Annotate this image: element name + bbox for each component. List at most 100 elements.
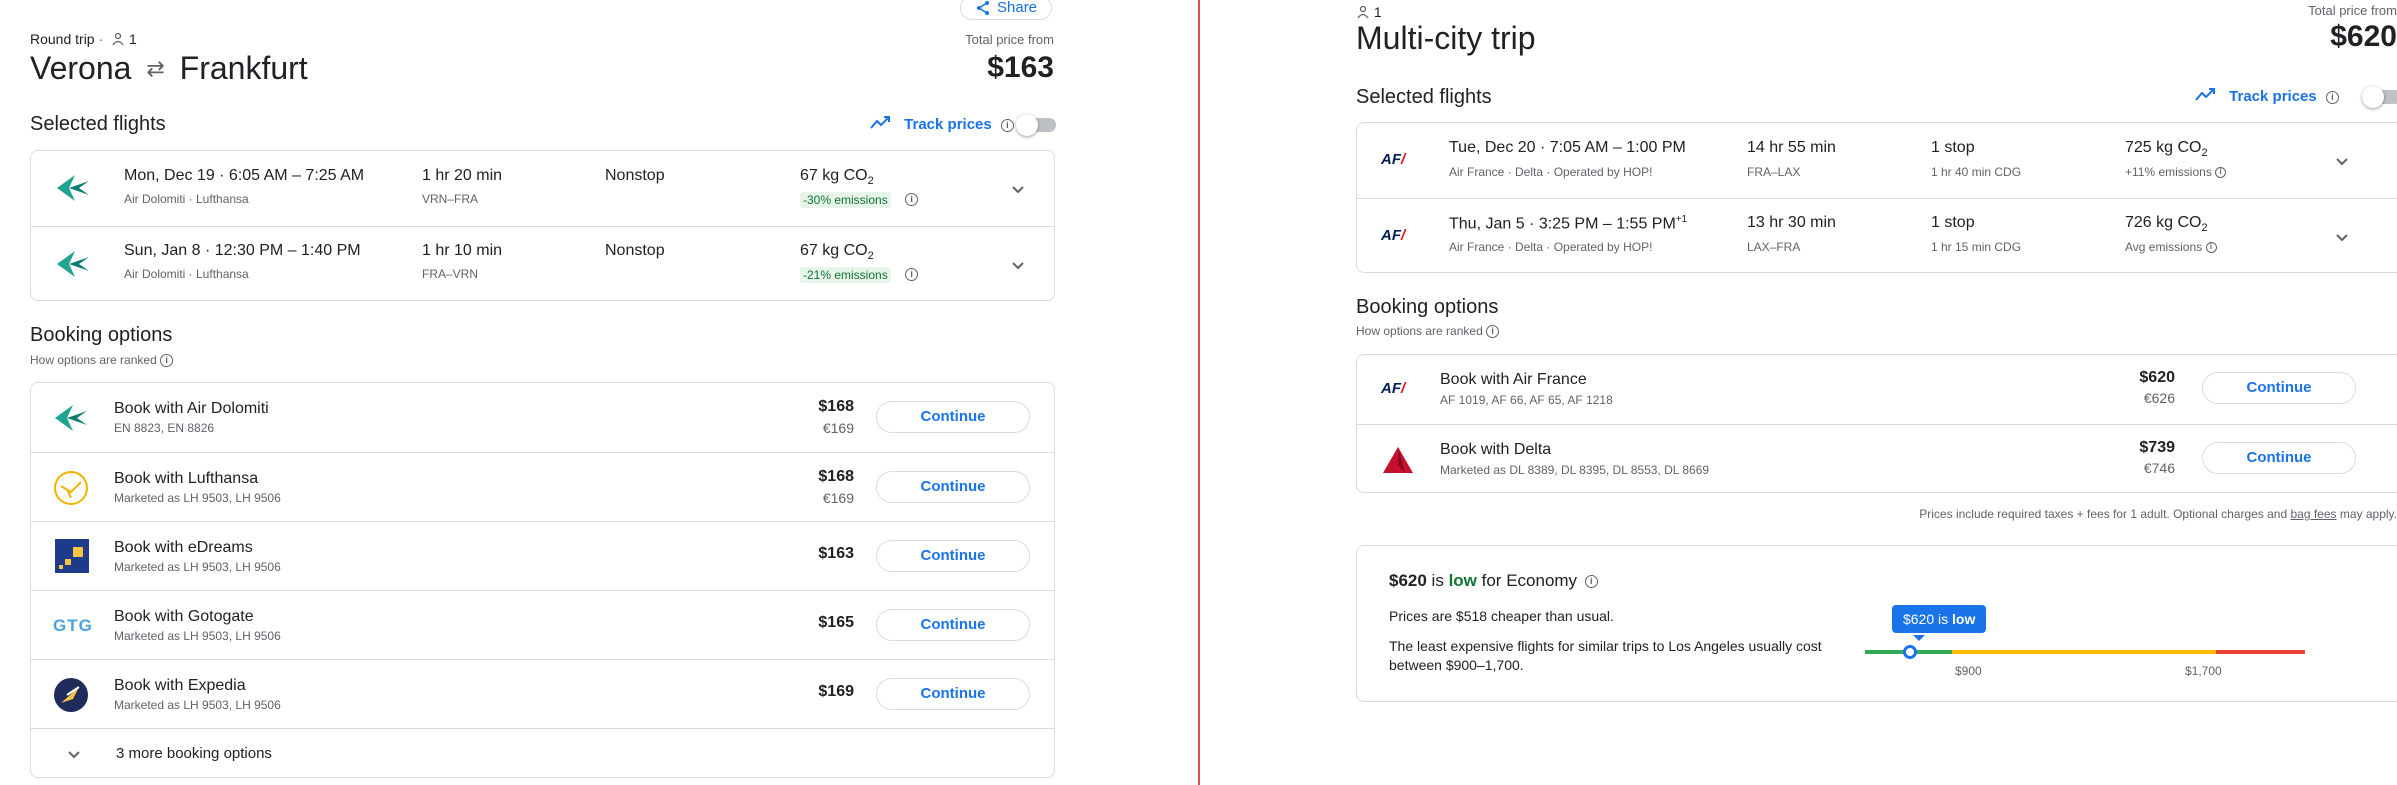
flight-date-time: Sun, Jan 8 · 12:30 PM – 1:40 PM: [124, 242, 361, 259]
trend-icon: [2195, 88, 2215, 101]
booking-option-price: $739: [2139, 439, 2175, 456]
booking-option-price: $169: [818, 683, 854, 700]
bag-fees-link[interactable]: bag fees: [2290, 507, 2336, 521]
booking-option-row: AF/ Book with Air France AF 1019, AF 66,…: [1357, 355, 2397, 424]
flight-route: LAX–FRA: [1747, 240, 1801, 254]
flight-airlines: Air Dolomiti · Lufthansa: [124, 267, 249, 281]
total-price: $620: [2330, 20, 2397, 53]
info-icon[interactable]: i: [1000, 118, 1014, 132]
booking-option-price: $165: [818, 614, 854, 631]
flight-row[interactable]: AF/ Thu, Jan 5 · 3:25 PM – 1:55 PM+1 Air…: [1357, 198, 2397, 273]
share-label: Share: [997, 0, 1038, 16]
booking-option-price: $168: [818, 468, 854, 485]
expedia-logo-icon: [54, 678, 88, 712]
trip-type: Round trip: [30, 31, 95, 47]
gotogate-logo-icon: GTG: [53, 616, 93, 635]
chevron-down-icon[interactable]: [2332, 151, 2352, 171]
flight-duration: 1 hr 10 min: [422, 242, 503, 259]
booking-option-subtitle: Marketed as LH 9503, LH 9506: [114, 698, 281, 712]
edreams-logo-icon: [55, 539, 89, 573]
ranking-note[interactable]: How options are ranked i: [30, 353, 174, 368]
continue-button[interactable]: Continue: [876, 540, 1030, 572]
flight-row[interactable]: Mon, Dec 19 · 6:05 AM – 7:25 AM Air Dolo…: [31, 151, 1054, 226]
range-tick-low: $900: [1955, 664, 1982, 678]
booking-option-row: Book with Air Dolomiti EN 8823, EN 8826 …: [31, 383, 1054, 452]
info-icon[interactable]: i: [2205, 242, 2217, 254]
flight-date-time: Tue, Dec 20 · 7:05 AM – 1:00 PM: [1449, 139, 1686, 156]
flight-row[interactable]: Sun, Jan 8 · 12:30 PM – 1:40 PM Air Dolo…: [31, 226, 1054, 301]
more-booking-options[interactable]: 3 more booking options: [31, 728, 1054, 778]
booking-option-price-eur: €169: [822, 420, 854, 436]
info-icon[interactable]: i: [2215, 167, 2227, 179]
info-icon[interactable]: i: [1486, 325, 1500, 339]
share-button[interactable]: Share: [960, 0, 1052, 20]
price-insight-cheaper: Prices are $518 cheaper than usual.: [1389, 608, 1614, 624]
continue-button[interactable]: Continue: [2202, 442, 2356, 474]
selected-flights-heading: Selected flights: [30, 113, 166, 135]
booking-option-row: GTG Book with Gotogate Marketed as LH 95…: [31, 590, 1054, 659]
booking-options-card: Book with Air Dolomiti EN 8823, EN 8826 …: [30, 382, 1055, 778]
price-insight-usual: The least expensive flights for similar …: [1389, 638, 1822, 673]
info-icon[interactable]: i: [160, 354, 174, 368]
origin-city: Verona: [30, 50, 132, 86]
booking-option-row: Book with Delta Marketed as DL 8389, DL …: [1357, 424, 2397, 493]
continue-button[interactable]: Continue: [876, 471, 1030, 503]
track-prices-label: Track prices: [2229, 88, 2317, 105]
track-prices[interactable]: Track prices i: [870, 116, 1014, 133]
booking-option-subtitle: EN 8823, EN 8826: [114, 421, 215, 435]
flight-date-time: Mon, Dec 19 · 6:05 AM – 7:25 AM: [124, 167, 365, 184]
continue-button[interactable]: Continue: [876, 609, 1030, 641]
tooltip-pointer: [1913, 635, 1925, 641]
info-icon[interactable]: i: [1584, 575, 1598, 589]
track-prices[interactable]: Track prices i: [2195, 88, 2339, 105]
continue-button[interactable]: Continue: [2202, 372, 2356, 404]
passenger-count: 1: [1373, 4, 1382, 20]
booking-options-heading: Booking options: [1356, 296, 1499, 318]
air-dolomiti-logo-icon: [57, 251, 89, 277]
multi-city-pane: 1 Multi-city trip Total price from $620 …: [1201, 0, 2397, 785]
flight-route: FRA–VRN: [422, 267, 479, 281]
flight-emissions: Avg emissions i: [2125, 240, 2217, 254]
air-france-logo-icon: AF/: [1381, 227, 1406, 244]
passenger-count-row: 1: [1356, 4, 1382, 20]
chevron-down-icon[interactable]: [2332, 227, 2352, 247]
share-icon: [977, 1, 989, 15]
flight-stops: 1 stop: [1931, 139, 1975, 156]
booking-option-subtitle: Marketed as LH 9503, LH 9506: [114, 629, 281, 643]
flight-co2: 67 kg CO2: [800, 167, 874, 188]
flight-emissions: +11% emissions i: [2125, 165, 2227, 179]
booking-option-title: Book with Air Dolomiti: [114, 400, 269, 417]
info-icon[interactable]: i: [2325, 90, 2339, 104]
flight-airlines: Air France · Delta · Operated by HOP!: [1449, 165, 1653, 179]
flight-row[interactable]: AF/ Tue, Dec 20 · 7:05 AM – 1:00 PM Air …: [1357, 123, 2397, 198]
person-icon: [1357, 5, 1369, 19]
ranking-note[interactable]: How options are ranked i: [1356, 324, 1500, 339]
continue-button[interactable]: Continue: [876, 678, 1030, 710]
passenger-count: 1: [128, 31, 137, 47]
round-trip-pane: Share Round trip · 1 Verona ⇄ Frankfurt …: [0, 0, 1198, 785]
continue-button[interactable]: Continue: [876, 401, 1030, 433]
price-level-tooltip: $620 is low: [1892, 605, 1987, 633]
range-tick-high: $1,700: [2185, 664, 2222, 678]
chevron-down-icon[interactable]: [1008, 179, 1028, 199]
flight-duration: 14 hr 55 min: [1747, 139, 1836, 156]
booking-option-row: Book with Lufthansa Marketed as LH 9503,…: [31, 452, 1054, 521]
booking-option-price-eur: €746: [2143, 460, 2175, 476]
info-icon[interactable]: i: [905, 268, 919, 282]
trend-icon: [870, 116, 890, 129]
booking-option-subtitle: AF 1019, AF 66, AF 65, AF 1218: [1440, 393, 1613, 407]
round-trip-arrows-icon: ⇄: [146, 56, 165, 81]
route-title: Verona ⇄ Frankfurt: [30, 50, 308, 87]
info-icon[interactable]: i: [905, 193, 919, 207]
more-booking-options-label: 3 more booking options: [116, 745, 272, 762]
chevron-down-icon[interactable]: [1008, 255, 1028, 275]
track-prices-toggle[interactable]: [2362, 86, 2397, 108]
flight-co2: 725 kg CO2: [2125, 139, 2208, 160]
air-france-logo-icon: AF/: [1381, 380, 1406, 397]
price-marker: [1903, 645, 1917, 659]
air-france-logo-icon: AF/: [1381, 151, 1406, 168]
booking-option-price-eur: €626: [2143, 390, 2175, 406]
flight-layover: 1 hr 15 min CDG: [1931, 240, 2022, 254]
track-prices-toggle[interactable]: [1016, 114, 1056, 136]
trip-title: Multi-city trip: [1356, 20, 1536, 56]
